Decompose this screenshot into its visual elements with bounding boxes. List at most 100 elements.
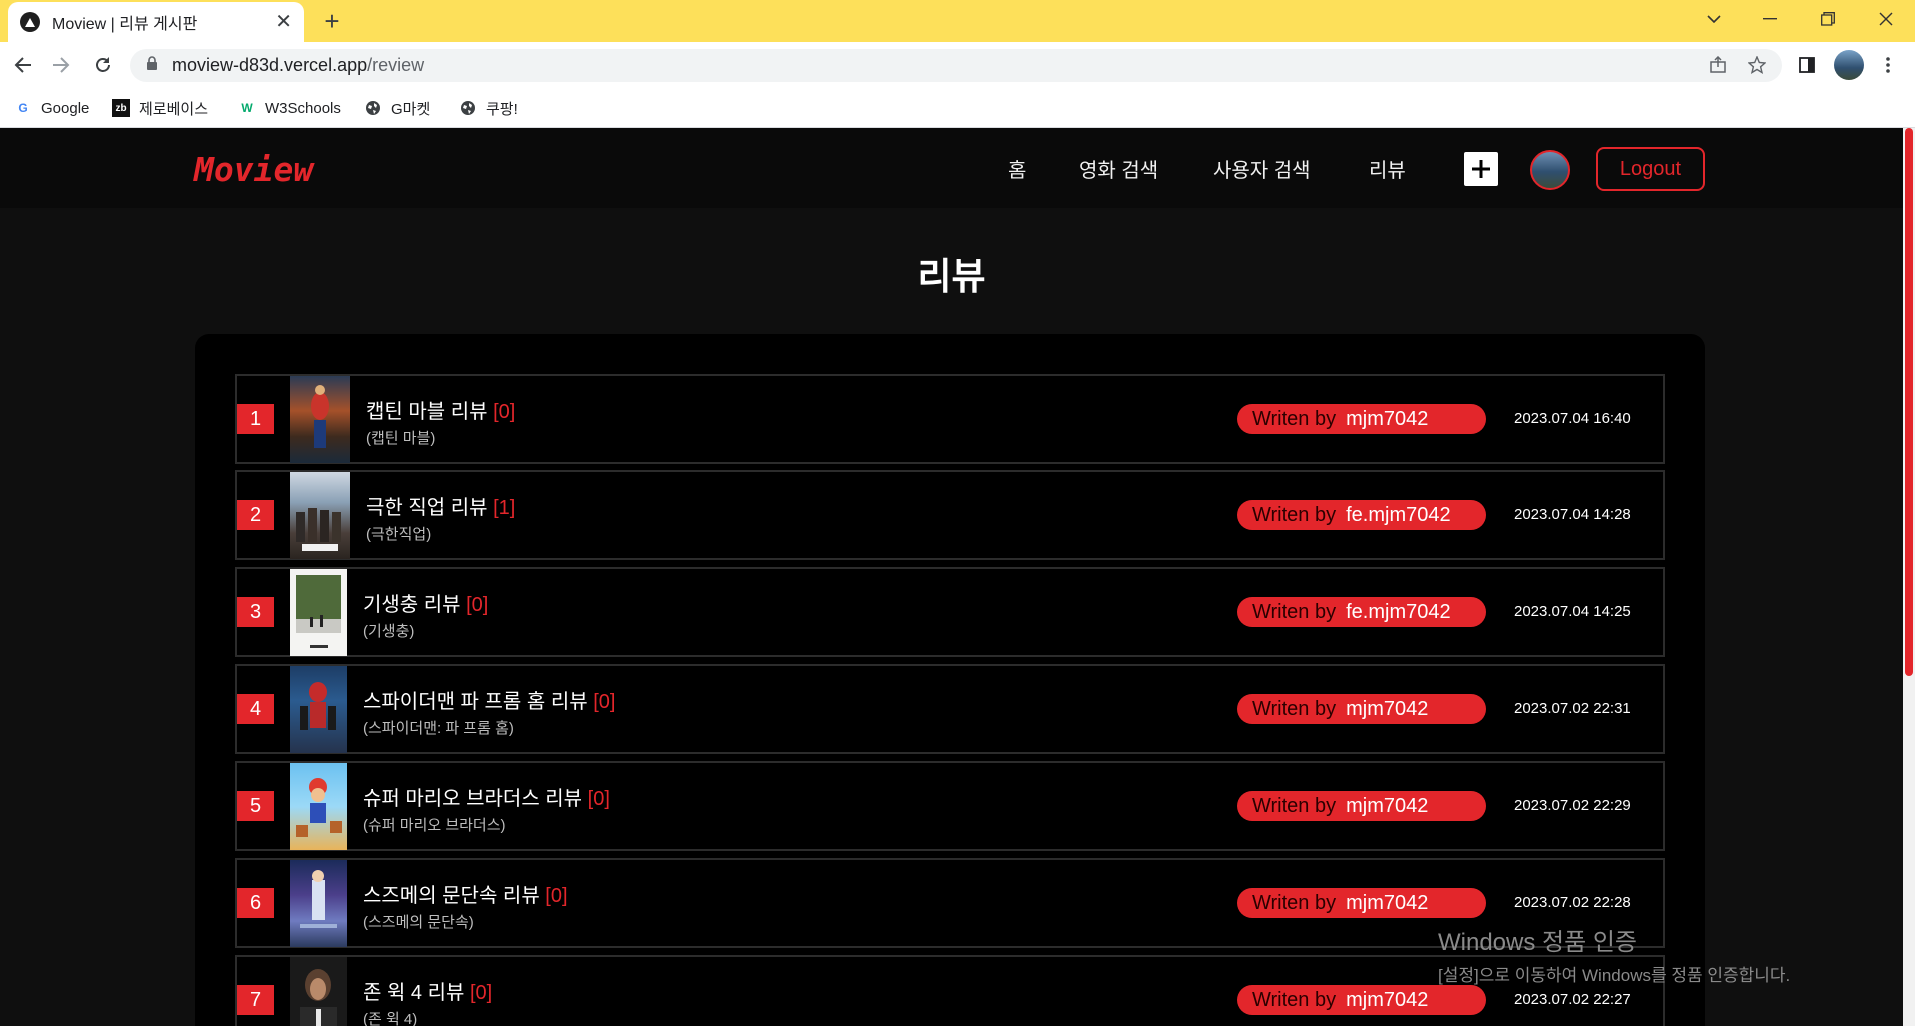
minimize-icon[interactable] (1740, 0, 1800, 38)
nav-movie-search[interactable]: 영화 검색 (1079, 154, 1158, 183)
movie-poster[interactable] (290, 472, 350, 559)
review-title[interactable]: 기생충 리뷰 [0] (363, 588, 488, 617)
review-row[interactable]: 5 슈퍼 마리오 브라더스 리뷰 [0] (슈퍼 마리오 브라더스) Write… (235, 761, 1665, 851)
nav-home[interactable]: 홈 (1008, 154, 1026, 183)
review-title[interactable]: 존 윅 4 리뷰 [0] (363, 976, 492, 1005)
review-date: 2023.07.04 14:25 (1514, 603, 1631, 620)
new-tab-icon[interactable]: + (318, 6, 346, 36)
add-review-button[interactable] (1464, 152, 1498, 186)
review-row[interactable]: 2 극한 직업 리뷰 [1] (극한직업) Writen by fe.mjm704… (235, 470, 1665, 560)
browser-tab-strip: Moview | 리뷰 게시판 ✕ + (0, 0, 1915, 42)
comment-count: [0] (587, 788, 610, 810)
writer-badge[interactable]: Writen by mjm7042 (1237, 791, 1486, 821)
comment-count: [0] (593, 691, 616, 713)
tab-close-icon[interactable]: ✕ (275, 12, 292, 32)
movie-poster[interactable] (290, 860, 347, 947)
site-logo[interactable]: Moview (194, 150, 313, 189)
forward-arrow-icon[interactable] (46, 50, 76, 80)
writer-label: Writen by (1252, 600, 1337, 623)
movie-poster[interactable] (290, 957, 347, 1026)
writer-name: mjm7042 (1346, 697, 1429, 720)
writer-badge[interactable]: Writen by mjm7042 (1237, 888, 1486, 918)
movie-poster[interactable] (290, 666, 347, 753)
review-number: 2 (237, 500, 274, 530)
nav-review[interactable]: 리뷰 (1369, 154, 1406, 183)
review-row[interactable]: 4 스파이더맨 파 프롬 홈 리뷰 [0] (스파이더맨: 파 프롬 홈) Wr… (235, 664, 1665, 754)
bookmark-label: W3Schools (265, 99, 341, 117)
watermark-title: Windows 정품 인증 (1438, 929, 1638, 956)
restore-icon[interactable] (1798, 0, 1858, 38)
share-icon[interactable] (1704, 51, 1732, 79)
page-title: 리뷰 (917, 256, 986, 297)
bookmark-zerobase[interactable]: zb 제로베이스 (112, 88, 208, 128)
movie-poster[interactable] (290, 376, 350, 463)
review-title-text: 스파이더맨 파 프롬 홈 리뷰 (363, 691, 588, 713)
review-date: 2023.07.04 14:28 (1514, 506, 1631, 523)
bookmark-label: 제로베이스 (139, 100, 209, 118)
writer-name: mjm7042 (1346, 407, 1429, 430)
review-number: 7 (237, 985, 274, 1015)
page-content: Moview 홈 영화 검색 사용자 검색 리뷰 Logout 리뷰 1 캡틴 … (0, 128, 1903, 1026)
review-title[interactable]: 스즈메의 문단속 리뷰 [0] (363, 879, 568, 908)
movie-name: (존 윅 4) (363, 1011, 418, 1026)
bookmark-label: Google (41, 99, 90, 117)
window-close-icon[interactable] (1856, 0, 1915, 38)
writer-badge[interactable]: Writen by mjm7042 (1237, 404, 1486, 434)
site-header: Moview 홈 영화 검색 사용자 검색 리뷰 Logout (0, 128, 1903, 208)
url-host: moview-d83d.vercel.app (172, 55, 368, 75)
writer-label: Writen by (1252, 891, 1337, 914)
writer-label: Writen by (1252, 794, 1337, 817)
reload-icon[interactable] (88, 50, 118, 80)
address-bar[interactable]: moview-d83d.vercel.app/review (130, 49, 1782, 82)
review-title[interactable]: 극한 직업 리뷰 [1] (366, 491, 515, 520)
review-date: 2023.07.02 22:29 (1514, 797, 1631, 814)
review-title[interactable]: 스파이더맨 파 프롬 홈 리뷰 [0] (363, 685, 615, 714)
writer-badge[interactable]: Writen by fe.mjm7042 (1237, 500, 1486, 530)
tab-title: Moview | 리뷰 게시판 (52, 16, 198, 33)
scrollbar-thumb[interactable] (1905, 128, 1913, 676)
writer-label: Writen by (1252, 988, 1337, 1011)
bookmark-coupang[interactable]: 쿠팡! (459, 88, 518, 128)
comment-count: [0] (466, 594, 489, 616)
side-panel-icon[interactable] (1793, 51, 1821, 79)
review-number: 5 (237, 791, 274, 821)
comment-count: [0] (469, 982, 493, 1004)
menu-kebab-icon[interactable] (1874, 51, 1902, 79)
review-title[interactable]: 캡틴 마블 리뷰 [0] (366, 395, 515, 424)
back-arrow-icon[interactable] (8, 50, 38, 80)
tab-search-chevron-icon[interactable] (1684, 0, 1744, 38)
bookmark-gmarket[interactable]: G마켓 (364, 88, 430, 128)
bookmark-star-icon[interactable] (1743, 51, 1771, 79)
review-row[interactable]: 3 기생충 리뷰 [0] (기생충) Writen by fe.mjm7042 2… (235, 567, 1665, 657)
review-date: 2023.07.02 22:28 (1514, 894, 1631, 911)
review-number: 3 (237, 597, 274, 627)
bookmark-w3schools[interactable]: W W3Schools (238, 88, 341, 128)
profile-avatar[interactable] (1834, 50, 1864, 80)
movie-name: (극한직업) (366, 526, 432, 543)
w3schools-icon: W (241, 101, 253, 115)
writer-badge[interactable]: Writen by fe.mjm7042 (1237, 597, 1486, 627)
nav-user-search[interactable]: 사용자 검색 (1213, 154, 1311, 183)
movie-poster[interactable] (290, 569, 347, 656)
review-title-text: 스즈메의 문단속 리뷰 (363, 885, 540, 907)
plus-icon (1472, 160, 1490, 178)
vercel-favicon-icon (20, 12, 40, 32)
user-avatar[interactable] (1530, 150, 1570, 190)
browser-toolbar: moview-d83d.vercel.app/review (0, 42, 1915, 88)
bookmark-google[interactable]: G Google (14, 88, 89, 128)
url-text: moview-d83d.vercel.app/review (172, 55, 424, 76)
writer-badge[interactable]: Writen by mjm7042 (1237, 694, 1486, 724)
movie-name: (슈퍼 마리오 브라더스) (363, 817, 506, 834)
bookmarks-bar: G Google zb 제로베이스 W W3Schools G마켓 쿠팡! (0, 88, 1915, 128)
logout-button[interactable]: Logout (1596, 147, 1705, 191)
writer-name: fe.mjm7042 (1346, 600, 1451, 623)
review-title[interactable]: 슈퍼 마리오 브라더스 리뷰 [0] (363, 782, 610, 811)
review-row[interactable]: 1 캡틴 마블 리뷰 [0] (캡틴 마블) Writen by mjm7042 … (235, 374, 1665, 464)
browser-tab[interactable]: Moview | 리뷰 게시판 ✕ (8, 2, 304, 42)
globe-icon (364, 99, 382, 117)
review-number: 1 (237, 404, 274, 434)
page-scrollbar[interactable] (1903, 128, 1915, 1026)
movie-poster[interactable] (290, 763, 347, 850)
movie-name: (기생충) (363, 623, 415, 640)
writer-badge[interactable]: Writen by mjm7042 (1237, 985, 1486, 1015)
